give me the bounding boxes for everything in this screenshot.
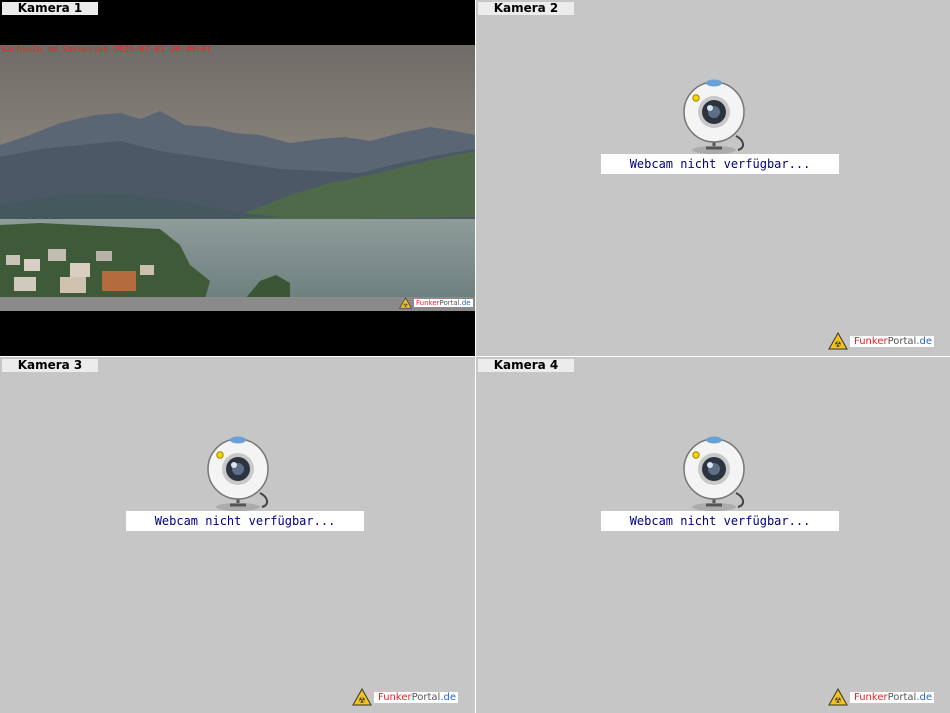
svg-text:☢: ☢ [358,696,365,705]
camera-panel-3: Kamera 3 Webcam nicht verfügbar... ☢ Fun… [0,357,475,713]
warning-triangle-icon: ☢ [399,297,412,309]
camera-label: Kamera 3 [2,359,98,372]
webcam-image [0,45,475,311]
webcam-icon [683,436,745,511]
svg-text:☢: ☢ [403,303,408,309]
svg-text:☢: ☢ [834,340,841,349]
camera-label: Kamera 2 [478,2,574,15]
timestamp-overlay: Sachseln am Sarnersee 2025-07-01 20:30:0… [1,45,211,55]
warning-triangle-icon: ☢ [828,332,848,350]
camera-panel-4: Kamera 4 Webcam nicht verfügbar... ☢ Fun… [476,357,950,713]
webcam-icon [207,436,269,511]
warning-triangle-icon: ☢ [352,688,372,706]
webcam-icon [683,79,745,154]
camera-panel-2: Kamera 2 Webcam nicht verfügbar... ☢ Fun… [476,0,950,356]
status-message: Webcam nicht verfügbar... [126,511,364,531]
status-message: Webcam nicht verfügbar... [601,154,839,174]
warning-triangle-icon: ☢ [828,688,848,706]
camera-panel-1: Kamera 1 Sachseln am Sarnersee 2025-07-0… [0,0,475,356]
camera-label: Kamera 4 [478,359,574,372]
status-message: Webcam nicht verfügbar... [601,511,839,531]
camera-label: Kamera 1 [2,2,98,15]
svg-text:☢: ☢ [834,696,841,705]
